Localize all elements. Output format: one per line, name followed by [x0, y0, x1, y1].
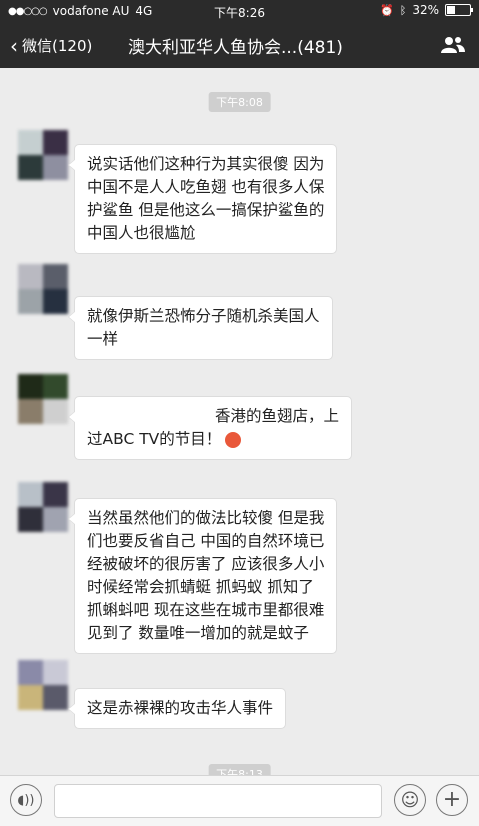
- emoji-icon: [225, 431, 242, 448]
- emoji-icon: ☺: [400, 789, 420, 811]
- status-bar: ●●○○○ vodafone AU 4G 下午8:26 ⏰ ᛒ 32%: [0, 0, 479, 22]
- timestamp: 下午8:13: [208, 764, 271, 775]
- message-bubble[interactable]: 香港的鱼翅店，上 过ABC TV的节目！: [67, 396, 353, 460]
- message-line: 一样: [87, 330, 119, 348]
- message-line: 中国人也很尴尬: [87, 224, 196, 242]
- message-line: 就像伊斯兰恐怖分子随机杀美国人: [87, 307, 320, 325]
- chevron-left-icon: ‹: [10, 33, 18, 58]
- back-button[interactable]: ‹ 微信(120): [10, 35, 92, 56]
- battery-level-fill: [447, 6, 455, 14]
- battery-percent: 32%: [412, 3, 439, 17]
- plus-icon: +: [442, 787, 462, 812]
- avatar[interactable]: [18, 374, 68, 424]
- voice-button[interactable]: ◖)): [10, 784, 42, 816]
- group-members-icon[interactable]: [441, 36, 465, 54]
- message-line: 们也要反省自己 中国的自然环境已: [87, 532, 325, 550]
- battery-icon: [445, 4, 473, 16]
- input-bar: ◖)) ☺ +: [0, 775, 479, 826]
- message-line: 这是赤裸裸的攻击华人事件: [87, 699, 274, 717]
- message-bubble[interactable]: 说实话他们这种行为其实很傻 因为 中国不是人人吃鱼翅 也有很多人保 护鲨鱼 但是…: [67, 144, 338, 254]
- message-bubble[interactable]: 就像伊斯兰恐怖分子随机杀美国人 一样: [68, 296, 333, 360]
- chat-header: ‹ 微信(120) 澳大利亚华人鱼协会...(481): [0, 22, 479, 68]
- message-line: 时候经常会抓蜻蜓 抓蚂蚁 抓知了: [87, 578, 314, 596]
- emoji-button[interactable]: ☺: [394, 784, 426, 816]
- avatar[interactable]: [18, 660, 68, 710]
- message-line: 香港的鱼翅店，上: [215, 407, 340, 425]
- chat-area[interactable]: 下午8:08 说实话他们这种行为其实很傻 因为 中国不是人人吃鱼翅 也有很多人保…: [0, 68, 479, 775]
- message-line: 经被破坏的很厉害了 应该很多人小: [87, 555, 325, 573]
- more-button[interactable]: +: [436, 784, 468, 816]
- message-bubble[interactable]: 当然虽然他们的做法比较傻 但是我 们也要反省自己 中国的自然环境已 经被破坏的很…: [67, 498, 338, 654]
- voice-icon: ◖)): [17, 792, 35, 808]
- message-input[interactable]: [54, 784, 382, 818]
- message-line: 过ABC TV的节目！: [87, 430, 222, 448]
- alarm-icon: ⏰: [380, 3, 394, 17]
- message-line: 抓蝌蚪吧 现在这些在城市里都很难: [87, 601, 325, 619]
- back-label: 微信(120): [22, 37, 93, 55]
- avatar[interactable]: [18, 264, 68, 314]
- avatar[interactable]: [18, 482, 68, 532]
- timestamp: 下午8:08: [208, 92, 271, 112]
- chat-title: 澳大利亚华人鱼协会...(481): [128, 38, 343, 58]
- message-line: 说实话他们这种行为其实很傻 因为: [87, 155, 325, 173]
- message-line: 护鲨鱼 但是他这么一搞保护鲨鱼的: [87, 201, 325, 219]
- message-bubble[interactable]: 这是赤裸裸的攻击华人事件: [67, 688, 287, 729]
- bluetooth-icon: ᛒ: [399, 3, 407, 17]
- message-line: 当然虽然他们的做法比较傻 但是我: [87, 509, 325, 527]
- message-line: 中国不是人人吃鱼翅 也有很多人保: [87, 178, 325, 196]
- avatar[interactable]: [18, 130, 68, 180]
- message-line: 见到了 数量唯一增加的就是蚊子: [87, 624, 309, 642]
